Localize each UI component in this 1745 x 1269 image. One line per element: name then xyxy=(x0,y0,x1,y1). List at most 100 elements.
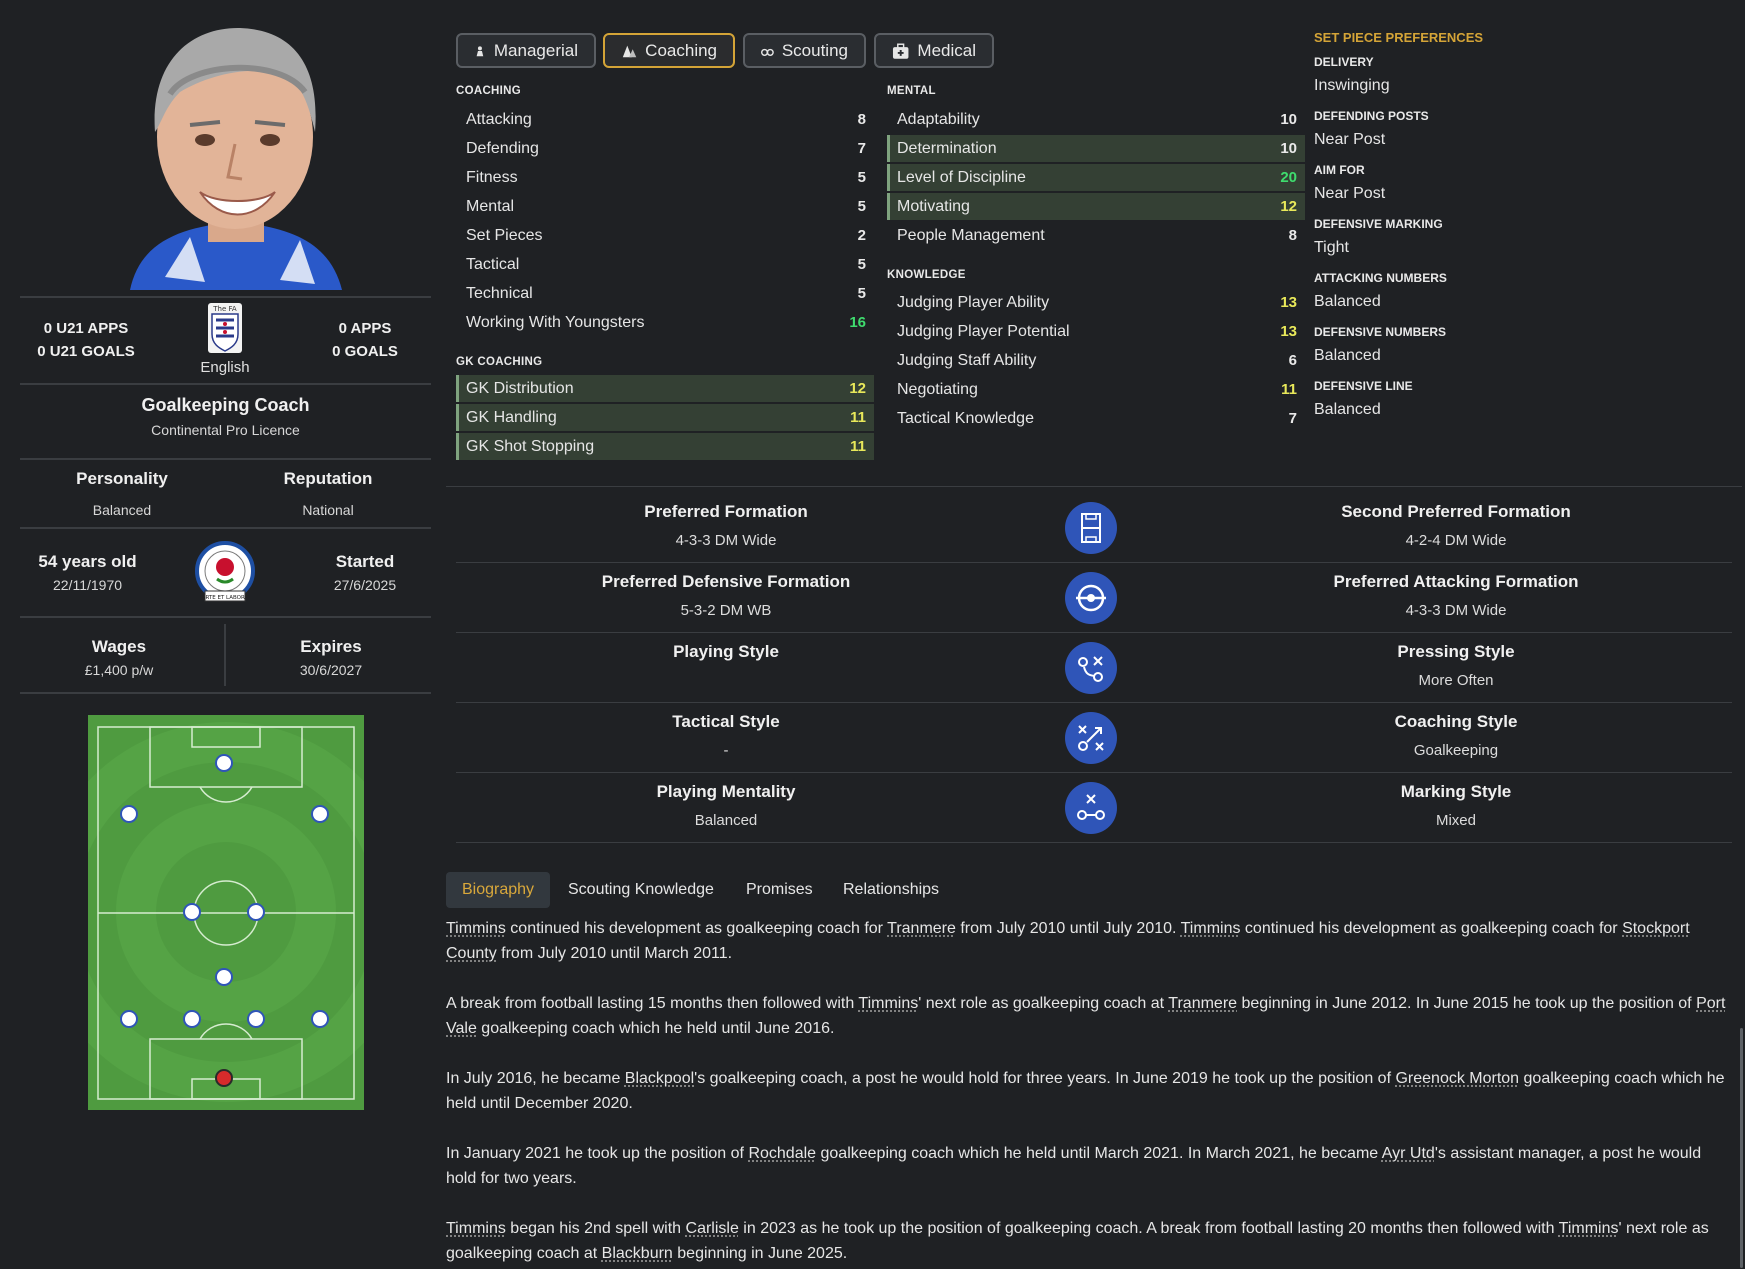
biography-link[interactable]: Ayr Utd xyxy=(1382,1145,1435,1162)
attribute-row[interactable]: Defending 7 xyxy=(456,135,874,162)
biography-link[interactable]: Timmins xyxy=(1181,920,1241,937)
attribute-row[interactable]: Motivating 12 xyxy=(887,193,1305,220)
attribute-label: Adaptability xyxy=(897,110,980,128)
attribute-value: 12 xyxy=(849,380,866,397)
attribute-row[interactable]: Judging Player Potential 13 xyxy=(887,318,1305,345)
biography-link[interactable]: Timmins xyxy=(446,1220,506,1237)
biography-text-segment: from July 2010 until March 2011. xyxy=(496,945,733,962)
tab-coaching[interactable]: Coaching xyxy=(603,33,735,68)
tab-scouting-knowledge[interactable]: Scouting Knowledge xyxy=(552,872,730,908)
formation-value: 5-3-2 DM WB xyxy=(680,602,772,619)
wages-label: Wages xyxy=(91,637,147,656)
biography-link[interactable]: Tranmere xyxy=(1168,995,1237,1012)
tab-managerial[interactable]: Managerial xyxy=(456,33,596,68)
attribute-value: 8 xyxy=(857,111,866,128)
divider xyxy=(456,842,1732,843)
attribute-row[interactable]: Working With Youngsters 16 xyxy=(456,309,874,336)
attribute-row[interactable]: Fitness 5 xyxy=(456,164,874,191)
biography-text-segment: In January 2021 he took up the position … xyxy=(446,1145,749,1162)
tab-biography[interactable]: Biography xyxy=(446,872,551,908)
cones-icon xyxy=(622,45,637,57)
attribute-row[interactable]: Adaptability 10 xyxy=(887,106,1305,133)
formation-label: Second Preferred Formation xyxy=(1341,502,1571,521)
attribute-value: 13 xyxy=(1280,294,1297,311)
attribute-label: GK Distribution xyxy=(466,379,574,397)
biography-link[interactable]: Blackpool xyxy=(625,1070,694,1087)
attribute-row[interactable]: Mental 5 xyxy=(456,193,874,220)
attribute-row[interactable]: Tactical 5 xyxy=(456,251,874,278)
attribute-row[interactable]: Negotiating 11 xyxy=(887,376,1305,403)
tactics-icon xyxy=(1065,712,1117,764)
biography-paragraph: In January 2021 he took up the position … xyxy=(446,1141,1731,1191)
attribute-label: Attacking xyxy=(466,110,532,128)
medical-kit-icon xyxy=(892,43,909,59)
formation-label: Playing Mentality xyxy=(656,782,796,801)
biography-link[interactable]: Tranmere xyxy=(887,920,956,937)
biography-link[interactable]: Carlisle xyxy=(686,1220,739,1237)
formation-label: Coaching Style xyxy=(1394,712,1518,731)
biography-link[interactable]: Rochdale xyxy=(748,1145,816,1162)
attribute-value: 16 xyxy=(849,314,866,331)
biography-link[interactable]: Timmins xyxy=(446,920,506,937)
biography-link[interactable]: Timmins xyxy=(858,995,918,1012)
age: 54 years old xyxy=(38,552,137,571)
attribute-row[interactable]: Level of Discipline 20 xyxy=(887,164,1305,191)
biography-link[interactable]: Timmins xyxy=(1559,1220,1619,1237)
set-piece-label: DELIVERY xyxy=(1314,55,1374,69)
attribute-row[interactable]: Set Pieces 2 xyxy=(456,222,874,249)
attribute-label: Determination xyxy=(897,139,997,157)
biography-text-segment: began his 2nd spell with xyxy=(505,1220,686,1237)
club-crest-icon[interactable]: ARTE ET LABORE xyxy=(193,541,257,605)
attribute-row[interactable]: GK Handling 11 xyxy=(456,404,874,431)
formation-label: Preferred Formation xyxy=(644,502,808,521)
tab-relationships[interactable]: Relationships xyxy=(827,872,955,908)
attribute-label: Fitness xyxy=(466,168,518,186)
set-piece-value: Inswinging xyxy=(1314,77,1390,94)
attribute-label: Level of Discipline xyxy=(897,168,1026,186)
attribute-label: Working With Youngsters xyxy=(466,313,645,331)
attribute-label: Technical xyxy=(466,284,533,302)
attribute-row[interactable]: Attacking 8 xyxy=(456,106,874,133)
attribute-row[interactable]: People Management 8 xyxy=(887,222,1305,249)
attribute-row[interactable]: GK Distribution 12 xyxy=(456,375,874,402)
attribute-value: 10 xyxy=(1280,111,1297,128)
formation-label: Preferred Attacking Formation xyxy=(1333,572,1579,591)
goals: 0 GOALS xyxy=(332,343,398,360)
tab-medical[interactable]: Medical xyxy=(874,33,994,68)
staff-profile-panel: 0 U21 APPS 0 U21 GOALS The FA English 0 … xyxy=(0,0,440,1269)
coaching-licence: Continental Pro Licence xyxy=(151,422,300,438)
set-piece-label: ATTACKING NUMBERS xyxy=(1314,271,1447,285)
attribute-label: GK Handling xyxy=(466,408,557,426)
biography-link[interactable]: Blackburn xyxy=(602,1245,673,1262)
biography-text-segment: goalkeeping coach which he held until Ju… xyxy=(476,1020,835,1037)
binoculars-icon xyxy=(761,48,774,56)
biography-paragraph: Timmins began his 2nd spell with Carlisl… xyxy=(446,1216,1731,1266)
tab-scouting[interactable]: Scouting xyxy=(743,33,866,68)
attribute-row[interactable]: Judging Staff Ability 6 xyxy=(887,347,1305,374)
tab-label: Scouting xyxy=(781,40,848,60)
attribute-value: 8 xyxy=(1288,227,1297,244)
attribute-row[interactable]: Determination 10 xyxy=(887,135,1305,162)
biography-text-segment: continued his development as goalkeeping… xyxy=(505,920,888,937)
attribute-value: 6 xyxy=(1288,352,1297,369)
set-piece-label: DEFENSIVE LINE xyxy=(1314,379,1413,393)
u21-apps: 0 U21 APPS xyxy=(43,320,129,337)
attribute-label: Tactical xyxy=(466,255,520,273)
date-of-birth: 22/11/1970 xyxy=(52,577,123,593)
attribute-row[interactable]: Judging Player Ability 13 xyxy=(887,289,1305,316)
divider xyxy=(224,624,226,686)
attribute-row[interactable]: Technical 5 xyxy=(456,280,874,307)
svg-text:ARTE ET LABORE: ARTE ET LABORE xyxy=(202,595,249,601)
biography-text-segment: In July 2016, he became xyxy=(446,1070,625,1087)
scrollbar[interactable] xyxy=(1740,1028,1743,1268)
biography-text: Timmins continued his development as goa… xyxy=(446,916,1731,1269)
attribute-row[interactable]: Tactical Knowledge 7 xyxy=(887,405,1305,432)
attribute-row[interactable]: GK Shot Stopping 11 xyxy=(456,433,874,460)
tab-promises[interactable]: Promises xyxy=(730,872,829,908)
biography-link[interactable]: Greenock Morton xyxy=(1395,1070,1519,1087)
formation-label: Preferred Defensive Formation xyxy=(601,572,851,591)
tab-label: Medical xyxy=(917,40,976,60)
attribute-value: 7 xyxy=(1288,410,1297,427)
mentality-icon xyxy=(1065,782,1117,834)
biography-text-segment: in 2023 as he took up the position of go… xyxy=(738,1220,1559,1237)
